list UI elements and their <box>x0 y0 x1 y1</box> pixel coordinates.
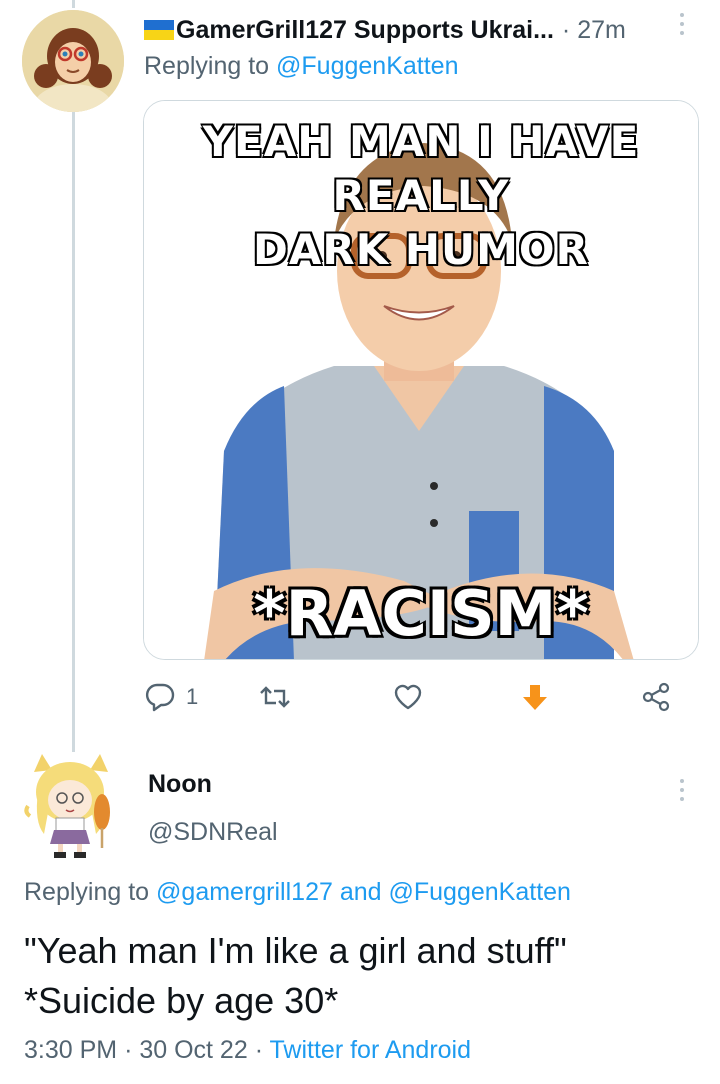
mention-link[interactable]: @FuggenKatten <box>389 878 571 906</box>
mention-link[interactable]: @FuggenKatten <box>276 52 458 80</box>
tweet-header: GamerGrill127 Supports Ukrai... · 27m <box>144 12 704 48</box>
downvote-button[interactable] <box>520 674 550 720</box>
retweet-icon <box>260 686 290 708</box>
more-options-icon[interactable] <box>672 772 692 808</box>
tweet-source-link[interactable]: Twitter for Android <box>270 1036 471 1064</box>
meme-bottom-caption: *RACISM* <box>252 577 590 650</box>
reply-count: 1 <box>186 684 199 709</box>
replying-to: Replying to @gamergrill127 and @FuggenKa… <box>24 878 571 907</box>
mention-conjunction: and <box>339 878 382 906</box>
replying-to-label: Replying to <box>144 52 270 80</box>
meme-top-caption: YEAH MAN I HAVE REALLY DARK HUMOR <box>144 115 698 277</box>
tweet-text-line-2: *Suicide by age 30* <box>24 980 339 1021</box>
display-name[interactable]: GamerGrill127 Supports Ukrai... <box>176 16 554 45</box>
like-icon <box>394 684 422 710</box>
user-handle[interactable]: @SDNReal <box>148 818 278 847</box>
share-button[interactable] <box>640 674 672 720</box>
separator: · <box>254 1036 270 1064</box>
tweet-time: 3:30 PM <box>24 1036 118 1064</box>
thread-connector-line <box>72 110 75 752</box>
tweet-text: "Yeah man I'm like a girl and stuff" *Su… <box>24 926 704 1026</box>
separator: · <box>124 1036 140 1064</box>
replying-to: Replying to @FuggenKatten <box>144 52 458 81</box>
avatar[interactable] <box>22 10 124 112</box>
ukraine-flag-icon <box>144 20 174 40</box>
tweet-time[interactable]: · 27m <box>562 16 626 45</box>
reply-button[interactable]: 1 <box>144 674 198 720</box>
meme-top-line-1: YEAH MAN I HAVE REALLY <box>202 116 640 221</box>
reply-icon <box>145 683 175 712</box>
avatar[interactable] <box>20 752 124 862</box>
tweet-actions: 1 <box>144 674 704 720</box>
downvote-arrow-icon <box>523 685 547 710</box>
more-options-icon[interactable] <box>672 6 692 42</box>
mention-link[interactable]: @gamergrill127 <box>156 878 333 906</box>
thread-line-top <box>72 0 75 8</box>
display-name[interactable]: Noon <box>148 770 212 799</box>
retweet-button[interactable] <box>258 674 292 720</box>
tweet-date: 30 Oct 22 <box>139 1036 248 1064</box>
like-button[interactable] <box>392 674 424 720</box>
tweet-text-line-1: "Yeah man I'm like a girl and stuff" <box>24 930 567 971</box>
replying-to-label: Replying to <box>24 878 150 906</box>
meme-top-line-2: DARK HUMOR <box>252 224 589 275</box>
tweet-media[interactable]: YEAH MAN I HAVE REALLY DARK HUMOR *RACIS… <box>143 100 699 660</box>
share-icon <box>642 682 670 712</box>
tweet-metadata: 3:30 PM · 30 Oct 22 · Twitter for Androi… <box>24 1036 471 1065</box>
